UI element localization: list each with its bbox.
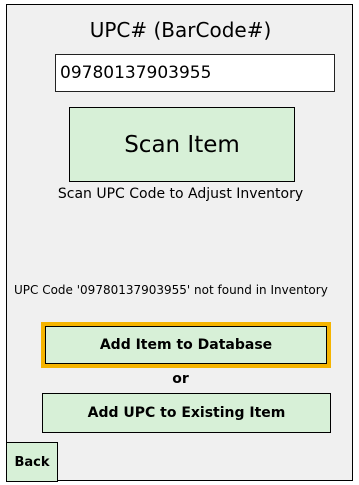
not-found-message: UPC Code '09780137903955' not found in I… <box>14 283 328 297</box>
upc-input[interactable] <box>55 54 335 92</box>
app-screen: UPC# (BarCode#) Scan Item Scan UPC Code … <box>6 4 353 482</box>
upc-label: UPC# (BarCode#) <box>89 18 272 42</box>
add-item-to-database-button[interactable]: Add Item to Database <box>45 326 327 364</box>
scan-hint-text: Scan UPC Code to Adjust Inventory <box>57 186 304 202</box>
or-separator: or <box>172 371 189 387</box>
scan-item-button[interactable]: Scan Item <box>69 107 295 182</box>
back-button[interactable]: Back <box>6 442 58 482</box>
add-upc-to-existing-item-button[interactable]: Add UPC to Existing Item <box>42 393 331 433</box>
